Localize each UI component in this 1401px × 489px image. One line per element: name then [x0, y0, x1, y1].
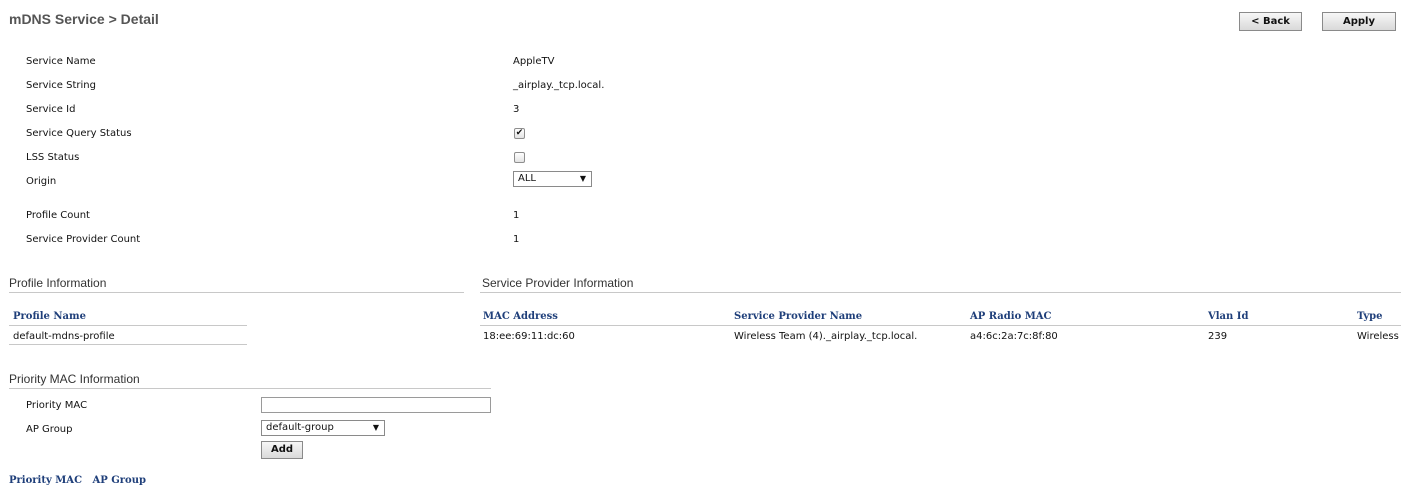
lss-status-checkbox[interactable]	[514, 152, 525, 163]
mac-address-column-header: MAC Address	[483, 311, 558, 322]
provider-table-header-line	[480, 325, 1401, 326]
origin-select[interactable]: ALL ▼	[513, 171, 592, 187]
type-column-header: Type	[1357, 311, 1383, 322]
profile-name-cell: default-mdns-profile	[13, 331, 115, 342]
service-name-label: Service Name	[26, 56, 96, 67]
provider-type-cell: Wireless	[1357, 331, 1399, 342]
priority-mac-divider	[9, 388, 491, 389]
lss-status-label: LSS Status	[26, 152, 80, 163]
service-string-value: _airplay._tcp.local.	[513, 80, 605, 91]
priority-mac-table-header: Priority MAC AP Group	[9, 475, 146, 486]
provider-info-divider	[480, 292, 1401, 293]
service-provider-count-label: Service Provider Count	[26, 234, 141, 245]
add-button[interactable]: Add	[261, 441, 303, 459]
priority-mac-info-title: Priority MAC Information	[9, 372, 140, 386]
origin-select-value: ALL	[518, 173, 536, 184]
profile-info-title: Profile Information	[9, 276, 107, 290]
chevron-down-icon: ▼	[372, 423, 379, 432]
provider-ap-radio-mac-cell: a4:6c:2a:7c:8f:80	[970, 331, 1058, 342]
service-provider-name-column-header: Service Provider Name	[734, 311, 863, 322]
page-title: mDNS Service > Detail	[9, 11, 159, 27]
provider-vlan-id-cell: 239	[1208, 331, 1228, 342]
provider-info-title: Service Provider Information	[482, 276, 634, 290]
service-query-status-checkbox[interactable]: ✔	[514, 128, 525, 139]
apply-button[interactable]: Apply	[1322, 12, 1396, 31]
vlan-id-column-header: Vlan Id	[1208, 311, 1249, 322]
priority-mac-link[interactable]: Priority MAC	[9, 475, 82, 486]
profile-count-value: 1	[513, 210, 520, 221]
priority-mac-label: Priority MAC	[26, 400, 88, 411]
profile-table-row-line	[9, 344, 247, 345]
service-string-label: Service String	[26, 80, 96, 91]
service-provider-count-value: 1	[513, 234, 520, 245]
service-name-value: AppleTV	[513, 56, 555, 67]
service-id-label: Service Id	[26, 104, 76, 115]
profile-count-label: Profile Count	[26, 210, 90, 221]
priority-mac-input[interactable]	[261, 397, 491, 413]
origin-label: Origin	[26, 176, 57, 187]
ap-group-select[interactable]: default-group ▼	[261, 420, 385, 436]
ap-group-label: AP Group	[26, 424, 73, 435]
profile-info-divider	[9, 292, 464, 293]
chevron-down-icon: ▼	[579, 174, 586, 183]
service-id-value: 3	[513, 104, 520, 115]
ap-group-link[interactable]: AP Group	[92, 475, 146, 486]
back-button[interactable]: < Back	[1239, 12, 1302, 31]
provider-mac-cell: 18:ee:69:11:dc:60	[483, 331, 575, 342]
checkmark-icon: ✔	[515, 128, 524, 138]
ap-radio-mac-column-header: AP Radio MAC	[970, 311, 1052, 322]
provider-name-cell: Wireless Team (4)._airplay._tcp.local.	[734, 331, 918, 342]
ap-group-select-value: default-group	[266, 422, 334, 433]
profile-name-column-header: Profile Name	[13, 311, 86, 322]
service-query-status-label: Service Query Status	[26, 128, 132, 139]
profile-table-header-line	[9, 325, 247, 326]
